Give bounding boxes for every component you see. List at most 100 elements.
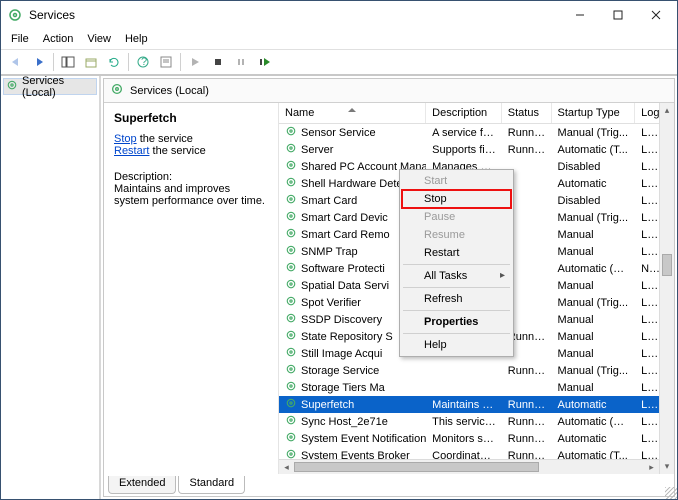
service-name: Storage Tiers Ma xyxy=(301,382,385,394)
col-startup[interactable]: Startup Type xyxy=(552,103,636,123)
service-row[interactable]: Storage Tiers MaManualLoc xyxy=(279,379,659,396)
service-startup: Automatic xyxy=(552,399,636,411)
cm-all-tasks[interactable]: All Tasks xyxy=(402,267,511,285)
resize-grip[interactable] xyxy=(665,487,677,499)
service-startup: Manual (Trig... xyxy=(552,297,636,309)
menu-action[interactable]: Action xyxy=(37,31,80,47)
gear-icon xyxy=(6,79,18,94)
stop-service-button[interactable] xyxy=(207,52,229,72)
content-pane: Services (Local) Superfetch Stop the ser… xyxy=(103,78,675,497)
service-logon: Loc xyxy=(635,348,659,360)
service-status: Running xyxy=(502,365,552,377)
separator xyxy=(128,53,129,71)
gear-icon xyxy=(285,278,297,293)
cm-refresh[interactable]: Refresh xyxy=(402,290,511,308)
col-name[interactable]: Name xyxy=(279,103,426,123)
service-startup: Manual xyxy=(552,246,636,258)
service-desc: This service ... xyxy=(426,416,502,428)
restart-service-button[interactable] xyxy=(253,52,275,72)
scroll-h-track[interactable] xyxy=(294,460,644,474)
properties-button[interactable] xyxy=(155,52,177,72)
service-logon: Loc xyxy=(635,229,659,241)
service-row[interactable]: System Event Notification S...Monitors s… xyxy=(279,430,659,447)
scroll-right-icon[interactable]: ▸ xyxy=(644,460,659,474)
service-startup: Disabled xyxy=(552,161,636,173)
service-name: Sensor Service xyxy=(301,127,376,139)
stop-link[interactable]: Stop xyxy=(114,133,137,145)
restart-link[interactable]: Restart xyxy=(114,145,149,157)
cm-stop[interactable]: Stop xyxy=(402,190,511,208)
service-name: Spatial Data Servi xyxy=(301,280,389,292)
show-hide-tree-button[interactable] xyxy=(57,52,79,72)
service-startup: Automatic xyxy=(552,178,636,190)
separator xyxy=(53,53,54,71)
maximize-button[interactable] xyxy=(599,2,637,28)
cm-help[interactable]: Help xyxy=(402,336,511,354)
content-heading-bar: Services (Local) xyxy=(104,79,674,103)
scroll-v-thumb[interactable] xyxy=(662,254,672,276)
scroll-down-icon[interactable]: ▾ xyxy=(660,459,674,474)
menu-view[interactable]: View xyxy=(81,31,117,47)
minimize-button[interactable] xyxy=(561,2,599,28)
service-startup: Manual (Trig... xyxy=(552,127,636,139)
scroll-up-icon[interactable]: ▴ xyxy=(660,103,674,118)
content-body: Superfetch Stop the service Restart the … xyxy=(104,103,674,474)
service-logon: Loc xyxy=(635,382,659,394)
menubar: File Action View Help xyxy=(1,29,677,49)
service-name: System Events Broker xyxy=(301,450,410,460)
tree-root-item[interactable]: Services (Local) xyxy=(3,78,97,95)
service-logon: Loc xyxy=(635,246,659,258)
horizontal-scrollbar[interactable]: ◂ ▸ xyxy=(279,459,659,474)
separator xyxy=(180,53,181,71)
tree-root-label: Services (Local) xyxy=(22,75,94,99)
col-status[interactable]: Status xyxy=(502,103,552,123)
col-description[interactable]: Description xyxy=(426,103,502,123)
gear-icon xyxy=(285,295,297,310)
tab-standard[interactable]: Standard xyxy=(178,476,245,494)
start-service-button[interactable] xyxy=(184,52,206,72)
close-button[interactable] xyxy=(637,2,675,28)
menu-file[interactable]: File xyxy=(5,31,35,47)
scroll-h-thumb[interactable] xyxy=(294,462,539,472)
service-startup: Manual xyxy=(552,314,636,326)
cm-start[interactable]: Start xyxy=(402,172,511,190)
window-title: Services xyxy=(29,8,561,22)
separator xyxy=(403,310,510,311)
tab-extended[interactable]: Extended xyxy=(108,476,176,494)
service-desc: A service fo... xyxy=(426,127,502,139)
gear-icon xyxy=(285,380,297,395)
service-row[interactable]: ServerSupports fil...RunningAutomatic (T… xyxy=(279,141,659,158)
service-row[interactable]: Sync Host_2e71eThis service ...RunningAu… xyxy=(279,413,659,430)
service-row[interactable]: System Events BrokerCoordinates...Runnin… xyxy=(279,447,659,459)
cm-resume[interactable]: Resume xyxy=(402,226,511,244)
col-logon[interactable]: Log xyxy=(635,103,659,123)
forward-button[interactable] xyxy=(28,52,50,72)
scroll-left-icon[interactable]: ◂ xyxy=(279,460,294,474)
back-button[interactable] xyxy=(5,52,27,72)
service-status: Running xyxy=(502,144,552,156)
service-name: Superfetch xyxy=(301,399,354,411)
cm-pause[interactable]: Pause xyxy=(402,208,511,226)
service-row[interactable]: SuperfetchMaintains a...RunningAutomatic… xyxy=(279,396,659,413)
service-row[interactable]: Storage ServiceRunningManual (Trig...Loc xyxy=(279,362,659,379)
service-startup: Automatic (D... xyxy=(552,416,636,428)
service-name: Still Image Acqui xyxy=(301,348,382,360)
refresh-button[interactable] xyxy=(103,52,125,72)
service-row[interactable]: Sensor ServiceA service fo...RunningManu… xyxy=(279,124,659,141)
menu-help[interactable]: Help xyxy=(119,31,154,47)
cm-all-tasks-label: All Tasks xyxy=(424,270,467,282)
help-button[interactable]: ? xyxy=(132,52,154,72)
vertical-scrollbar[interactable]: ▴ ▾ xyxy=(659,103,674,474)
service-status: Running xyxy=(502,399,552,411)
service-startup: Manual (Trig... xyxy=(552,212,636,224)
main-area: Services (Local) Services (Local) Superf… xyxy=(1,75,677,499)
gear-icon xyxy=(285,227,297,242)
service-name: Smart Card Remo xyxy=(301,229,390,241)
scroll-v-track[interactable] xyxy=(660,118,674,459)
pause-service-button[interactable] xyxy=(230,52,252,72)
gear-icon xyxy=(285,142,297,157)
gear-icon xyxy=(285,159,297,174)
cm-restart[interactable]: Restart xyxy=(402,244,511,262)
export-button[interactable] xyxy=(80,52,102,72)
cm-properties[interactable]: Properties xyxy=(402,313,511,331)
